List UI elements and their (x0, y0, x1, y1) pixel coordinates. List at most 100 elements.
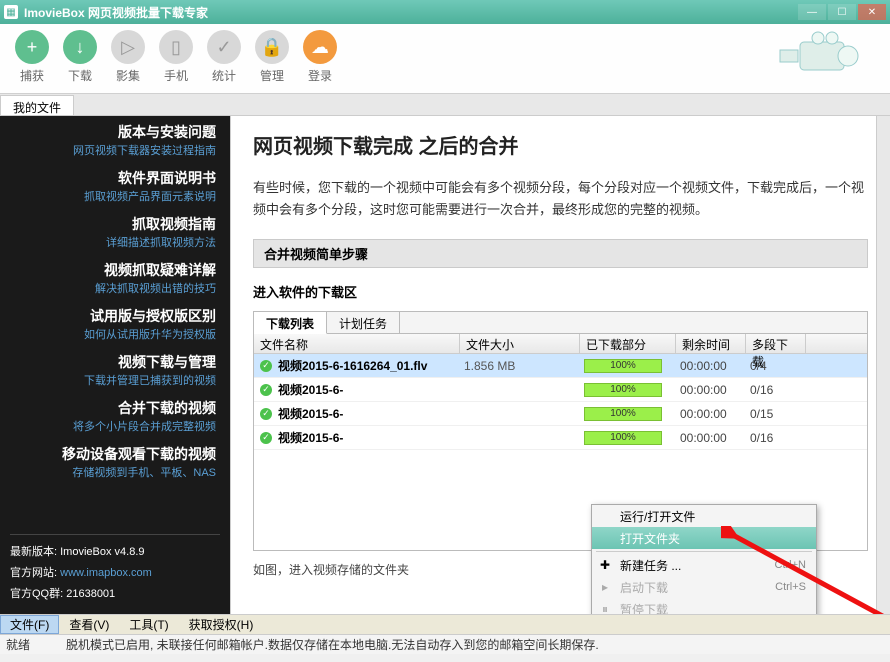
sidebar-item-sub[interactable]: 存储视频到手机、平板、NAS (14, 464, 216, 480)
sidebar-item-sub[interactable]: 将多个小片段合并成完整视频 (14, 418, 216, 434)
cell-progress: 100% (584, 383, 680, 397)
content-scrollbar[interactable] (876, 116, 890, 614)
toolbar-label: 捕获 (8, 67, 56, 84)
cell-filename: 视频2015-6-1616264_01.flv (278, 357, 464, 374)
tab-row: 我的文件 (0, 94, 890, 116)
cell-seg: 0/16 (750, 383, 800, 397)
sidebar-item[interactable]: 版本与安装问题网页视频下载器安装过程指南 (0, 116, 230, 162)
cell-time: 00:00:00 (680, 431, 750, 445)
version-text: 最新版本: ImovieBox v4.8.9 (10, 543, 220, 559)
cell-filename: 视频2015-6- (278, 405, 464, 422)
sidebar-item[interactable]: 视频抓取疑难详解解决抓取视频出错的技巧 (0, 254, 230, 300)
tab-my-files[interactable]: 我的文件 (0, 95, 74, 115)
sidebar-item[interactable]: 试用版与授权版区别如何从试用版升华为授权版 (0, 300, 230, 346)
status-ready: 就绪 (6, 636, 66, 653)
intro-paragraph: 有些时候，您下载的一个视频中可能会有多个视频分段，每个分段对应一个视频文件，下载… (253, 177, 868, 221)
col-filename[interactable]: 文件名称 (254, 334, 460, 353)
maximize-button[interactable]: ☐ (828, 4, 856, 20)
check-icon: ✓ (260, 408, 272, 420)
sidebar-item-sub[interactable]: 抓取视频产品界面元素说明 (14, 188, 216, 204)
titlebar: ▦ ImovieBox 网页视频批量下载专家 — ☐ ✕ (0, 0, 890, 24)
cell-progress: 100% (584, 359, 680, 373)
menu-获取授权(H)[interactable]: 获取授权(H) (179, 616, 264, 633)
cell-time: 00:00:00 (680, 383, 750, 397)
menu-separator (596, 551, 812, 552)
statusbar: 就绪 脱机模式已启用, 未联接任何邮箱帐户.数据仅存储在本地电脑.无法自动存入到… (0, 634, 890, 654)
sidebar-item-title: 移动设备观看下载的视频 (14, 444, 216, 464)
site-link[interactable]: www.imapbox.com (60, 567, 152, 579)
cell-filename: 视频2015-6- (278, 381, 464, 398)
minimize-button[interactable]: — (798, 4, 826, 20)
camera-decoration-icon (770, 28, 870, 82)
toolbar-手机[interactable]: ▯手机 (152, 30, 200, 93)
toolbar-label: 下载 (56, 67, 104, 84)
menu-查看(V)[interactable]: 查看(V) (59, 616, 119, 633)
cell-time: 00:00:00 (680, 359, 750, 373)
sidebar-item-sub[interactable]: 下载并管理已捕获到的视频 (14, 372, 216, 388)
menu-item-label: 暂停下载 (620, 601, 668, 615)
menu-item[interactable]: ✚新建任务 ...Ctrl+N (592, 554, 816, 576)
sidebar-item[interactable]: 合并下载的视频将多个小片段合并成完整视频 (0, 392, 230, 438)
col-filesize[interactable]: 文件大小 (460, 334, 580, 353)
qq-text: 官方QQ群: 21638001 (10, 585, 220, 601)
sidebar-item-sub[interactable]: 如何从试用版升华为授权版 (14, 326, 216, 342)
menu-item[interactable]: 运行/打开文件 (592, 505, 816, 527)
table-row[interactable]: ✓视频2015-6-100%00:00:000/15 (254, 402, 867, 426)
menu-shortcut: Ctrl+S (775, 581, 806, 593)
menu-item[interactable]: 打开文件夹 (592, 527, 816, 549)
toolbar-影集[interactable]: ▷影集 (104, 30, 152, 93)
col-remaining[interactable]: 剩余时间 (676, 334, 746, 353)
menu-item-label: 启动下载 (620, 579, 668, 596)
sidebar-item[interactable]: 视频下载与管理下载并管理已捕获到的视频 (0, 346, 230, 392)
menu-item: ⏸ 暂停下载 (592, 598, 816, 614)
sidebar-item-sub[interactable]: 详细描述抓取视频方法 (14, 234, 216, 250)
cell-size: 1.856 MB (464, 359, 584, 373)
column-headers: 文件名称 文件大小 已下载部分 剩余时间 多段下载 (254, 334, 867, 354)
inner-tab-scheduled[interactable]: 计划任务 (327, 312, 400, 333)
sidebar-footer: 最新版本: ImovieBox v4.8.9 官方网站: www.imapbox… (10, 534, 220, 606)
table-row[interactable]: ✓视频2015-6-100%00:00:000/16 (254, 426, 867, 450)
check-icon: ✓ (260, 384, 272, 396)
table-row[interactable]: ✓ 视频2015-6- 100%00:00:000/16 (254, 378, 867, 402)
cell-filename: 视频2015-6- (278, 429, 464, 446)
toolbar-统计[interactable]: ✓统计 (200, 30, 248, 93)
toolbar-下载[interactable]: ↓ 下载 (56, 30, 104, 93)
toolbar-label: 登录 (296, 67, 344, 84)
col-segments[interactable]: 多段下载 (746, 334, 806, 353)
toolbar-登录[interactable]: ☁ 登录 (296, 30, 344, 93)
inner-tab-download-list[interactable]: 下载列表 (254, 312, 327, 334)
sidebar: 版本与安装问题网页视频下载器安装过程指南软件界面说明书抓取视频产品界面元素说明抓… (0, 116, 230, 614)
check-icon: ✓ (260, 360, 272, 372)
close-button[interactable]: ✕ (858, 4, 886, 20)
menu-item-icon: ✚ (598, 558, 612, 572)
menu-item-label: 运行/打开文件 (620, 508, 695, 525)
cell-seg: 0/15 (750, 407, 800, 421)
cell-progress: 100% (584, 407, 680, 421)
toolbar-icon: ☁ (303, 30, 337, 64)
toolbar-label: 手机 (152, 67, 200, 84)
app-icon: ▦ (4, 5, 18, 19)
menu-item-icon: ▸ (598, 580, 612, 594)
toolbar-label: 统计 (200, 67, 248, 84)
menu-shortcut: Ctrl+N (775, 559, 806, 571)
sidebar-item-title: 软件界面说明书 (14, 168, 216, 188)
menu-item-label: 打开文件夹 (620, 530, 680, 547)
sidebar-item[interactable]: 移动设备观看下载的视频存储视频到手机、平板、NAS (0, 438, 230, 484)
toolbar-捕获[interactable]: +捕获 (8, 30, 56, 93)
sidebar-item[interactable]: 软件界面说明书抓取视频产品界面元素说明 (0, 162, 230, 208)
check-icon: ✓ (260, 432, 272, 444)
toolbar-label: 管理 (248, 67, 296, 84)
menu-工具(T)[interactable]: 工具(T) (119, 616, 178, 633)
sidebar-item-sub[interactable]: 网页视频下载器安装过程指南 (14, 142, 216, 158)
sidebar-item-title: 视频下载与管理 (14, 352, 216, 372)
menu-item-icon: ⏸ (598, 602, 612, 615)
cell-seg: 0/16 (750, 431, 800, 445)
table-row[interactable]: ✓ 视频2015-6-1616264_01.flv1.856 MB100%00:0… (254, 354, 867, 378)
sidebar-item-sub[interactable]: 解决抓取视频出错的技巧 (14, 280, 216, 296)
sidebar-item[interactable]: 抓取视频指南详细描述抓取视频方法 (0, 208, 230, 254)
sub-heading: 进入软件的下载区 (253, 282, 868, 301)
toolbar-管理[interactable]: 🔒管理 (248, 30, 296, 93)
toolbar-icon: ↓ (63, 30, 97, 64)
col-downloaded[interactable]: 已下载部分 (580, 334, 676, 353)
menu-文件(F)[interactable]: 文件(F) (0, 615, 59, 634)
